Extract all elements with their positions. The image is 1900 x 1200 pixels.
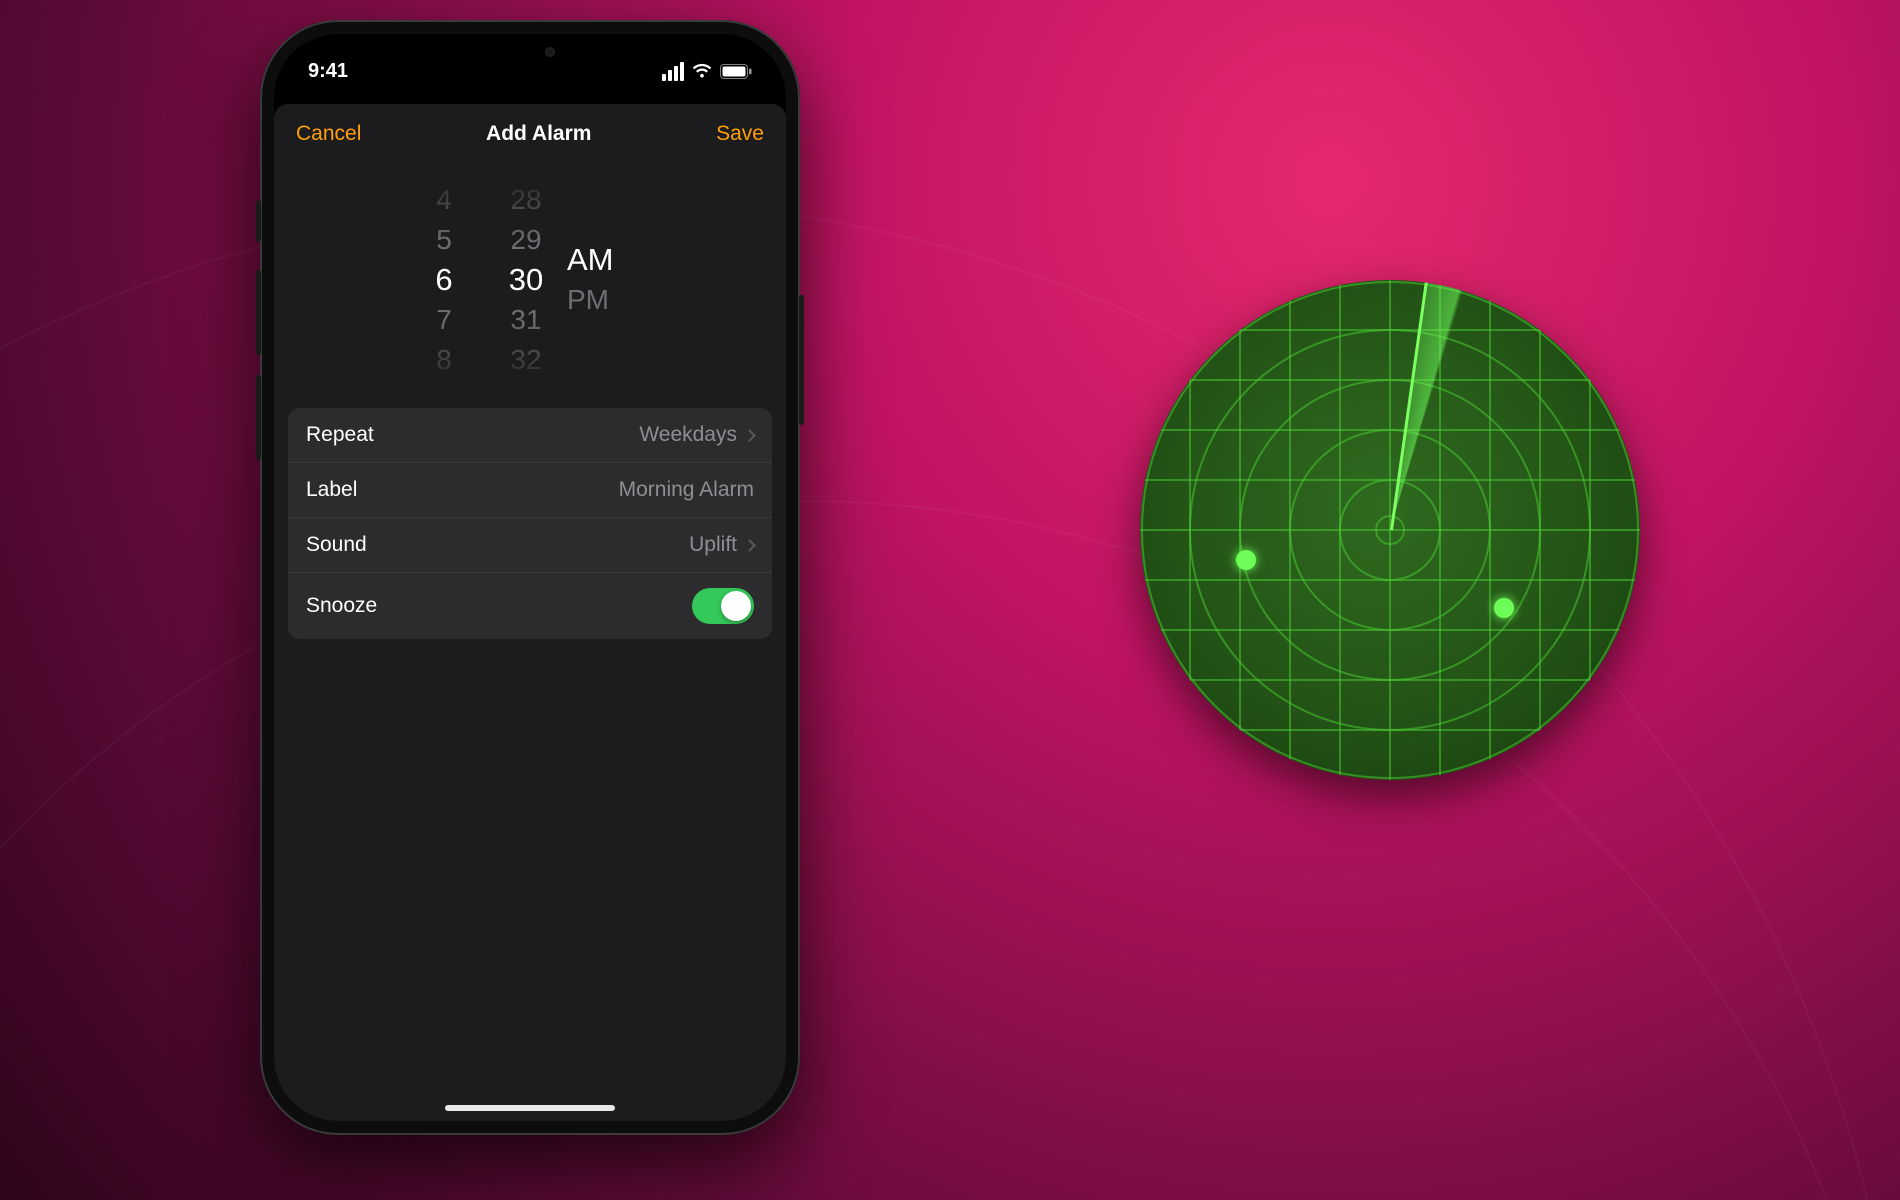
radar-graphic: [1140, 280, 1640, 780]
phone-frame: 9:41 Cancel Add Alarm Save: [260, 20, 800, 1135]
sheet-title: Add Alarm: [486, 122, 591, 146]
wifi-icon: [691, 63, 713, 79]
snooze-toggle[interactable]: [692, 588, 754, 624]
cancel-button[interactable]: Cancel: [296, 122, 361, 146]
status-time: 9:41: [308, 60, 348, 83]
radar-sweep: [1390, 282, 1640, 564]
minute-column[interactable]: 27 28 29 30 31 32 33: [485, 170, 567, 390]
sheet-header: Cancel Add Alarm Save: [274, 104, 786, 164]
add-alarm-sheet: Cancel Add Alarm Save 3 4 5 6 7 8: [274, 104, 786, 1121]
ampm-column[interactable]: AM PM: [567, 170, 657, 390]
side-button[interactable]: [799, 295, 804, 425]
radar-blip: [1494, 598, 1514, 618]
label-label: Label: [306, 478, 357, 502]
notch: [435, 34, 625, 70]
sound-label: Sound: [306, 533, 367, 557]
repeat-value: Weekdays: [639, 423, 737, 447]
label-row[interactable]: Label Morning Alarm: [288, 463, 772, 518]
mute-switch[interactable]: [256, 200, 261, 242]
time-picker[interactable]: 3 4 5 6 7 8 9 27 28 29: [286, 170, 774, 390]
chevron-right-icon: [743, 429, 756, 442]
repeat-row[interactable]: Repeat Weekdays: [288, 408, 772, 463]
volume-up-button[interactable]: [256, 270, 261, 355]
phone-screen: 9:41 Cancel Add Alarm Save: [274, 34, 786, 1121]
alarm-settings-list: Repeat Weekdays Label Morning Alarm Soun…: [288, 408, 772, 639]
radar-blip: [1236, 550, 1256, 570]
label-value: Morning Alarm: [619, 478, 754, 502]
battery-icon: [720, 64, 752, 79]
cellular-icon: [662, 62, 684, 81]
minute-selected: 30: [485, 260, 567, 300]
repeat-label: Repeat: [306, 423, 374, 447]
volume-down-button[interactable]: [256, 375, 261, 460]
hour-column[interactable]: 3 4 5 6 7 8 9: [403, 170, 485, 390]
home-indicator[interactable]: [445, 1105, 615, 1111]
snooze-label: Snooze: [306, 594, 377, 618]
chevron-right-icon: [743, 539, 756, 552]
sound-row[interactable]: Sound Uplift: [288, 518, 772, 573]
front-camera: [545, 47, 555, 57]
hour-selected: 6: [403, 260, 485, 300]
save-button[interactable]: Save: [716, 122, 764, 146]
ampm-selected: AM: [567, 240, 657, 280]
snooze-row: Snooze: [288, 573, 772, 639]
sound-value: Uplift: [689, 533, 737, 557]
